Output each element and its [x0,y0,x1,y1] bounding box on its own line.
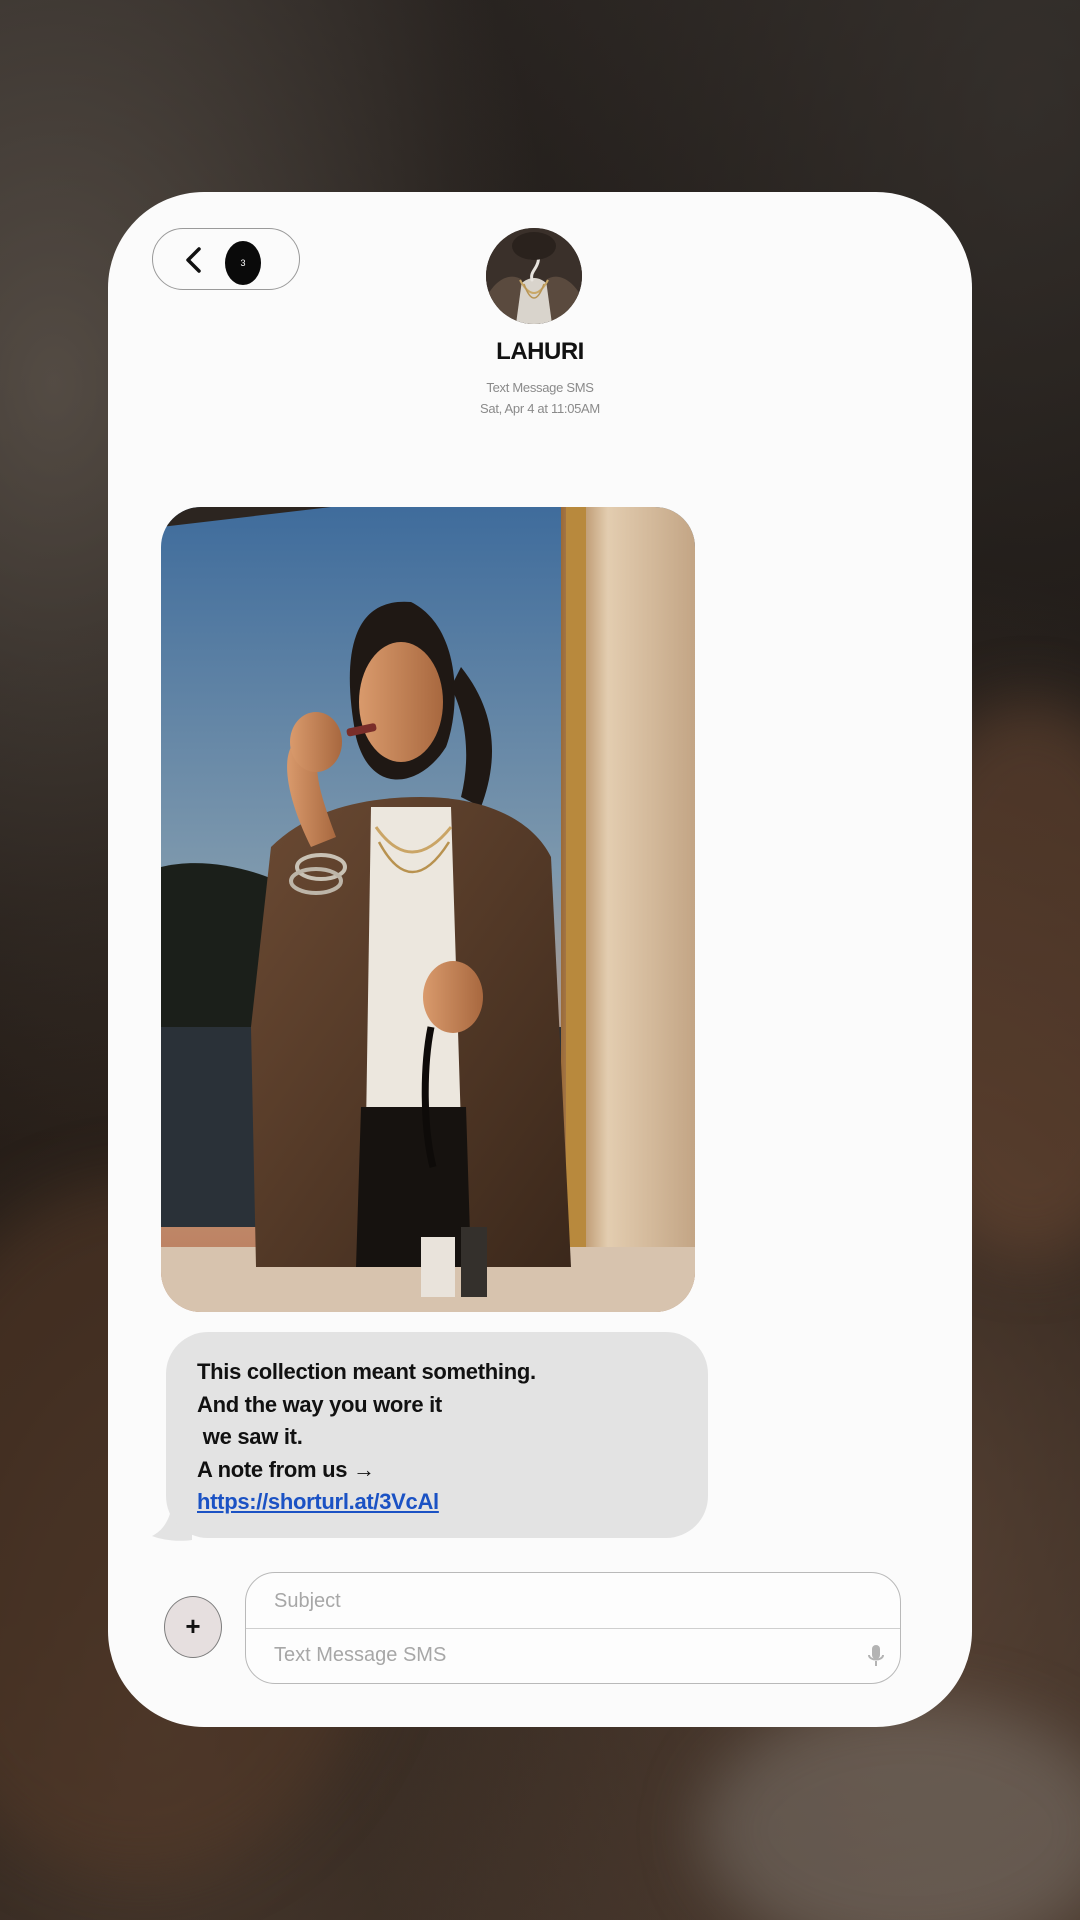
back-button[interactable]: 3 [152,228,300,290]
channel-label: Text Message SMS [486,380,594,395]
message-timestamp: Sat, Apr 4 at 11:05AM [480,401,600,416]
subject-input[interactable] [274,1587,834,1615]
avatar-photo [486,228,582,324]
background: 3 LAHURI Text Message SMS Sat, Apr 4 at … [0,0,1080,1920]
background-blur-shape [700,1700,1080,1920]
unread-count-badge: 3 [225,241,261,285]
message-line: This collection meant something. [197,1359,536,1384]
message-input[interactable] [274,1641,834,1669]
contact-name[interactable]: LAHURI [108,338,972,366]
compose-box [245,1572,901,1684]
microphone-icon[interactable] [866,1643,886,1669]
contact-avatar[interactable] [486,228,582,324]
compose-divider [246,1628,900,1629]
image-content [161,507,695,1312]
add-attachment-button[interactable]: + [164,1596,222,1658]
message-text: This collection meant something. And the… [197,1356,536,1519]
message-line: A note from us → [197,1456,375,1482]
plus-icon: + [185,1611,201,1641]
message-line: we saw it. [197,1424,303,1449]
message-line: And the way you wore it [197,1391,442,1417]
message-link[interactable]: https://shorturl.at/3VcAl [197,1486,536,1519]
messages-screen: 3 LAHURI Text Message SMS Sat, Apr 4 at … [108,192,972,1727]
chevron-left-icon [186,247,201,273]
message-image[interactable] [161,507,695,1312]
